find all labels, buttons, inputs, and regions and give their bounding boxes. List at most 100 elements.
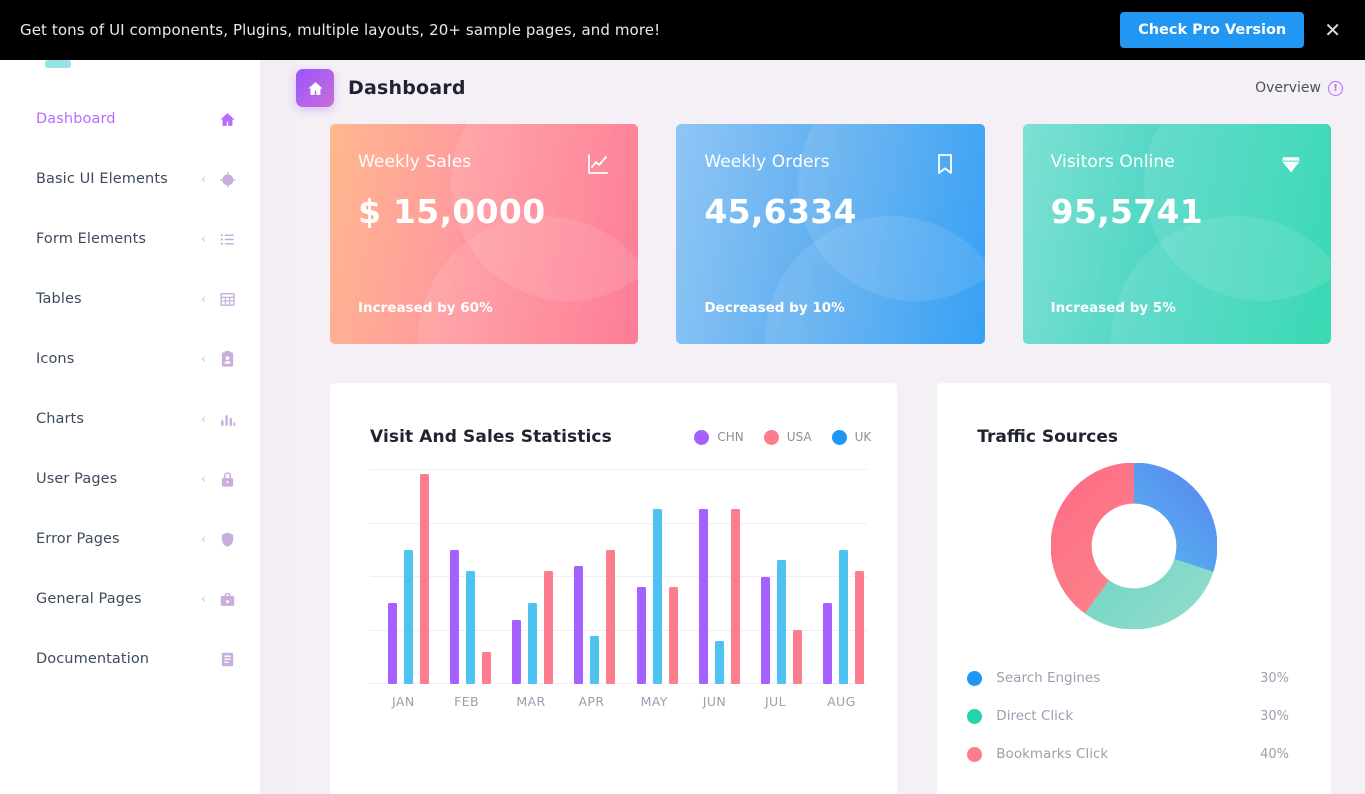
bar-uk-apr[interactable] — [590, 635, 600, 684]
bar-chn-may[interactable] — [636, 587, 646, 684]
chevron-left-icon[interactable]: ‹ — [201, 352, 206, 366]
bar-chn-apr[interactable] — [574, 565, 584, 684]
bar-uk-feb[interactable] — [466, 571, 476, 684]
traffic-legend-item-direct-click[interactable]: Direct Click 30% — [967, 697, 1289, 735]
logo-icon — [45, 60, 71, 68]
stat-card-value: 45,6334 — [704, 192, 857, 231]
donut-hole — [1095, 507, 1174, 585]
traffic-legend-value: 40% — [1260, 746, 1289, 762]
page-title: Dashboard — [348, 77, 466, 99]
bar-usa-feb[interactable] — [482, 651, 492, 684]
bar-chn-aug[interactable] — [823, 603, 833, 684]
list-icon — [218, 230, 236, 248]
chevron-left-icon[interactable]: ‹ — [201, 172, 206, 186]
panels-row: Visit And Sales Statistics CHN USA UK JAN F… — [296, 344, 1365, 794]
legend-item-usa[interactable]: USA — [763, 429, 812, 445]
bar-uk-jun[interactable] — [714, 641, 724, 684]
traffic-legend-label: Search Engines — [996, 670, 1101, 686]
sidebar-item-label: Documentation — [36, 651, 150, 667]
traffic-sources-title: Traffic Sources — [977, 427, 1118, 447]
legend-color-dot — [763, 429, 779, 445]
bar-chart: JAN FEB MAR APR MAY JUN JUL AUG — [330, 469, 897, 709]
legend-item-uk[interactable]: UK — [831, 429, 872, 445]
traffic-legend-label: Direct Click — [996, 708, 1074, 724]
home-icon — [218, 110, 236, 128]
bar-usa-jul[interactable] — [792, 630, 802, 684]
content-wrapper: Dashboard Overview ! Weekly Sales $ 15,00… — [296, 60, 1365, 794]
sidebar-item-error-pages[interactable]: Error Pages ‹ — [0, 518, 260, 560]
traffic-legend-item-bookmarks-click[interactable]: Bookmarks Click 40% — [967, 735, 1289, 773]
sidebar-item-label: Error Pages — [36, 531, 120, 547]
overview-label: Overview — [1255, 80, 1321, 96]
sidebar: Dashboard Basic UI Elements ‹ Form Elements… — [0, 60, 260, 794]
chevron-left-icon[interactable]: ‹ — [201, 412, 206, 426]
stat-card-visitors-online[interactable]: Visitors Online 95,5741 Increased by 5% — [1022, 124, 1331, 344]
legend-color-dot — [831, 429, 847, 445]
bar-uk-jan[interactable] — [404, 549, 413, 684]
sidebar-item-label: General Pages — [36, 591, 142, 607]
sidebar-item-form-elements[interactable]: Form Elements ‹ — [0, 218, 260, 260]
x-axis-label-jun: JUN — [702, 694, 727, 709]
legend-item-chn[interactable]: CHN — [694, 429, 744, 445]
sidebar-item-dashboard[interactable]: Dashboard — [0, 98, 260, 140]
bar-group-jun — [681, 469, 743, 684]
bar-usa-aug[interactable] — [855, 571, 865, 684]
chevron-left-icon[interactable]: ‹ — [201, 532, 206, 546]
bar-uk-aug[interactable] — [839, 549, 849, 684]
contact-icon — [218, 350, 236, 368]
bar-chn-mar[interactable] — [512, 619, 522, 684]
brand-logo[interactable] — [0, 60, 260, 72]
stat-card-weekly-sales[interactable]: Weekly Sales $ 15,0000 Increased by 60% — [330, 124, 639, 344]
traffic-legend-item-search-engines[interactable]: Search Engines 30% — [967, 659, 1289, 697]
line-chart-icon — [586, 152, 610, 176]
traffic-legend-label: Bookmarks Click — [996, 746, 1109, 762]
legend-label: UK — [854, 430, 872, 444]
bar-chn-jul[interactable] — [760, 576, 770, 684]
stat-card-value: $ 15,0000 — [358, 192, 546, 231]
chevron-left-icon[interactable]: ‹ — [201, 592, 206, 606]
bar-chart-x-axis: JAN FEB MAR APR MAY JUN JUL AUG — [370, 694, 867, 709]
sidebar-item-user-pages[interactable]: User Pages ‹ — [0, 458, 260, 500]
sidebar-item-basic-ui-elements[interactable]: Basic UI Elements ‹ — [0, 158, 260, 200]
promo-text: Get tons of UI components, Plugins, mult… — [20, 21, 661, 39]
chevron-left-icon[interactable]: ‹ — [201, 232, 206, 246]
shield-icon — [218, 530, 236, 548]
bar-usa-apr[interactable] — [606, 549, 616, 684]
bar-uk-may[interactable] — [652, 509, 662, 684]
chevron-left-icon[interactable]: ‹ — [201, 472, 206, 486]
chevron-left-icon[interactable]: ‹ — [201, 292, 206, 306]
sidebar-item-charts[interactable]: Charts ‹ — [0, 398, 260, 440]
stat-card-title: Visitors Online — [1050, 152, 1175, 172]
info-icon[interactable]: ! — [1328, 80, 1343, 96]
x-axis-label-mar: MAR — [516, 694, 546, 709]
x-axis-label-jul: JUL — [764, 694, 786, 709]
donut-chart — [937, 462, 1331, 630]
x-axis-label-may: MAY — [640, 694, 668, 709]
bar-group-apr — [556, 469, 618, 684]
bar-usa-jun[interactable] — [730, 509, 740, 684]
bar-usa-jan[interactable] — [420, 474, 429, 684]
bar-uk-jul[interactable] — [776, 560, 786, 684]
legend-color-dot — [967, 708, 983, 724]
bar-chn-jan[interactable] — [388, 603, 397, 684]
visit-sales-title: Visit And Sales Statistics — [370, 427, 612, 447]
sidebar-item-icons[interactable]: Icons ‹ — [0, 338, 260, 380]
bar-group-jul — [743, 469, 805, 684]
legend-color-dot — [967, 670, 983, 686]
stat-card-title: Weekly Sales — [358, 152, 472, 172]
main-area: Dashboard Overview ! Weekly Sales $ 15,00… — [260, 60, 1365, 794]
sidebar-item-tables[interactable]: Tables ‹ — [0, 278, 260, 320]
target-icon — [218, 170, 236, 188]
bar-chn-jun[interactable] — [698, 509, 708, 684]
close-icon[interactable]: ✕ — [1318, 18, 1347, 42]
bar-usa-may[interactable] — [668, 587, 678, 684]
bar-chn-feb[interactable] — [450, 549, 460, 684]
promo-banner: Get tons of UI components, Plugins, mult… — [0, 0, 1365, 60]
stat-card-weekly-orders[interactable]: Weekly Orders 45,6334 Decreased by 10% — [676, 124, 985, 344]
stat-card-title: Weekly Orders — [704, 152, 830, 172]
bar-usa-mar[interactable] — [544, 571, 554, 684]
check-pro-version-button[interactable]: Check Pro Version — [1120, 12, 1305, 48]
sidebar-item-general-pages[interactable]: General Pages ‹ — [0, 578, 260, 620]
bar-uk-mar[interactable] — [528, 603, 538, 684]
sidebar-item-documentation[interactable]: Documentation — [0, 638, 260, 680]
